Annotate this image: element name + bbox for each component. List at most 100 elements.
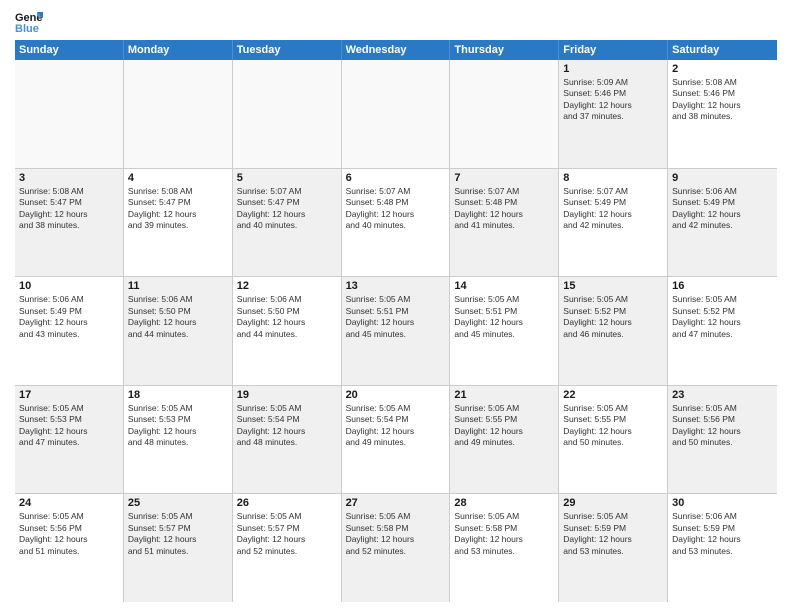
calendar-cell: 6 Sunrise: 5:07 AM Sunset: 5:48 PM Daylig… [342, 169, 451, 277]
day-number: 14 [454, 280, 554, 292]
calendar-cell: 5 Sunrise: 5:07 AM Sunset: 5:47 PM Daylig… [233, 169, 342, 277]
calendar-cell: 30Sunrise: 5:06 AM Sunset: 5:59 PM Dayli… [668, 494, 777, 602]
calendar-cell: 15 Sunrise: 5:05 AM Sunset: 5:52 PM Dayli… [559, 277, 668, 385]
day-info: Sunrise: 5:05 AM Sunset: 5:52 PM Dayligh… [563, 294, 663, 340]
day-info: Sunrise: 5:07 AM Sunset: 5:47 PM Dayligh… [237, 186, 337, 232]
header-day: Thursday [450, 40, 559, 60]
calendar-cell [450, 60, 559, 168]
calendar-cell: 18 Sunrise: 5:05 AM Sunset: 5:53 PM Dayli… [124, 386, 233, 494]
day-number: 5 [237, 172, 337, 184]
header-day: Wednesday [342, 40, 451, 60]
day-info: Sunrise: 5:08 AM Sunset: 5:47 PM Dayligh… [128, 186, 228, 232]
day-info: Sunrise: 5:07 AM Sunset: 5:48 PM Dayligh… [346, 186, 446, 232]
day-info: Sunrise: 5:05 AM Sunset: 5:51 PM Dayligh… [454, 294, 554, 340]
day-number: 28 [454, 497, 554, 509]
day-number: 13 [346, 280, 446, 292]
day-info: Sunrise: 5:05 AM Sunset: 5:51 PM Dayligh… [346, 294, 446, 340]
day-number: 29 [563, 497, 663, 509]
calendar-header: SundayMondayTuesdayWednesdayThursdayFrid… [15, 40, 777, 60]
calendar-cell: 8 Sunrise: 5:07 AM Sunset: 5:49 PM Daylig… [559, 169, 668, 277]
day-number: 27 [346, 497, 446, 509]
day-info: Sunrise: 5:09 AM Sunset: 5:46 PM Dayligh… [563, 77, 663, 123]
day-info: Sunrise: 5:05 AM Sunset: 5:58 PM Dayligh… [454, 511, 554, 557]
day-info: Sunrise: 5:05 AM Sunset: 5:59 PM Dayligh… [563, 511, 663, 557]
day-number: 9 [672, 172, 773, 184]
day-info: Sunrise: 5:07 AM Sunset: 5:49 PM Dayligh… [563, 186, 663, 232]
day-number: 20 [346, 389, 446, 401]
calendar-cell: 12 Sunrise: 5:06 AM Sunset: 5:50 PM Dayli… [233, 277, 342, 385]
day-info: Sunrise: 5:05 AM Sunset: 5:55 PM Dayligh… [563, 403, 663, 449]
day-info: Sunrise: 5:05 AM Sunset: 5:52 PM Dayligh… [672, 294, 773, 340]
day-info: Sunrise: 5:06 AM Sunset: 5:50 PM Dayligh… [237, 294, 337, 340]
calendar-cell: 24Sunrise: 5:05 AM Sunset: 5:56 PM Dayli… [15, 494, 124, 602]
header-day: Tuesday [233, 40, 342, 60]
day-number: 7 [454, 172, 554, 184]
day-info: Sunrise: 5:05 AM Sunset: 5:55 PM Dayligh… [454, 403, 554, 449]
calendar-cell: 28 Sunrise: 5:05 AM Sunset: 5:58 PM Dayli… [450, 494, 559, 602]
day-number: 15 [563, 280, 663, 292]
calendar-cell: 1 Sunrise: 5:09 AM Sunset: 5:46 PM Daylig… [559, 60, 668, 168]
calendar-week: 3Sunrise: 5:08 AM Sunset: 5:47 PM Daylig… [15, 169, 777, 278]
day-number: 11 [128, 280, 228, 292]
day-info: Sunrise: 5:05 AM Sunset: 5:57 PM Dayligh… [237, 511, 337, 557]
calendar-cell [15, 60, 124, 168]
calendar-cell: 19 Sunrise: 5:05 AM Sunset: 5:54 PM Dayli… [233, 386, 342, 494]
day-number: 10 [19, 280, 119, 292]
calendar-cell [124, 60, 233, 168]
day-number: 19 [237, 389, 337, 401]
day-number: 1 [563, 63, 663, 75]
calendar-cell: 11 Sunrise: 5:06 AM Sunset: 5:50 PM Dayli… [124, 277, 233, 385]
calendar-week: 1 Sunrise: 5:09 AM Sunset: 5:46 PM Daylig… [15, 60, 777, 169]
day-info: Sunrise: 5:08 AM Sunset: 5:47 PM Dayligh… [19, 186, 119, 232]
calendar-cell: 2Sunrise: 5:08 AM Sunset: 5:46 PM Daylig… [668, 60, 777, 168]
svg-text:Blue: Blue [15, 23, 39, 34]
header: General Blue [15, 10, 777, 34]
day-info: Sunrise: 5:05 AM Sunset: 5:56 PM Dayligh… [19, 511, 119, 557]
day-number: 12 [237, 280, 337, 292]
day-info: Sunrise: 5:06 AM Sunset: 5:49 PM Dayligh… [672, 186, 773, 232]
day-number: 18 [128, 389, 228, 401]
day-number: 6 [346, 172, 446, 184]
day-info: Sunrise: 5:05 AM Sunset: 5:56 PM Dayligh… [672, 403, 773, 449]
day-info: Sunrise: 5:05 AM Sunset: 5:54 PM Dayligh… [346, 403, 446, 449]
calendar-cell: 29 Sunrise: 5:05 AM Sunset: 5:59 PM Dayli… [559, 494, 668, 602]
day-number: 30 [672, 497, 773, 509]
day-info: Sunrise: 5:05 AM Sunset: 5:54 PM Dayligh… [237, 403, 337, 449]
calendar-week: 10 Sunrise: 5:06 AM Sunset: 5:49 PM Dayli… [15, 277, 777, 386]
calendar-cell [342, 60, 451, 168]
calendar-week: 24Sunrise: 5:05 AM Sunset: 5:56 PM Dayli… [15, 494, 777, 602]
calendar-week: 17 Sunrise: 5:05 AM Sunset: 5:53 PM Dayli… [15, 386, 777, 495]
calendar-cell: 22 Sunrise: 5:05 AM Sunset: 5:55 PM Dayli… [559, 386, 668, 494]
calendar-cell: 13 Sunrise: 5:05 AM Sunset: 5:51 PM Dayli… [342, 277, 451, 385]
day-info: Sunrise: 5:05 AM Sunset: 5:53 PM Dayligh… [19, 403, 119, 449]
day-info: Sunrise: 5:05 AM Sunset: 5:58 PM Dayligh… [346, 511, 446, 557]
header-day: Saturday [668, 40, 777, 60]
calendar-cell: 9 Sunrise: 5:06 AM Sunset: 5:49 PM Daylig… [668, 169, 777, 277]
day-number: 26 [237, 497, 337, 509]
day-info: Sunrise: 5:05 AM Sunset: 5:53 PM Dayligh… [128, 403, 228, 449]
calendar-cell: 17 Sunrise: 5:05 AM Sunset: 5:53 PM Dayli… [15, 386, 124, 494]
logo: General Blue [15, 10, 47, 34]
header-day: Monday [124, 40, 233, 60]
day-number: 2 [672, 63, 773, 75]
day-info: Sunrise: 5:05 AM Sunset: 5:57 PM Dayligh… [128, 511, 228, 557]
day-number: 4 [128, 172, 228, 184]
day-number: 8 [563, 172, 663, 184]
calendar-cell: 25Sunrise: 5:05 AM Sunset: 5:57 PM Dayli… [124, 494, 233, 602]
calendar-cell: 20 Sunrise: 5:05 AM Sunset: 5:54 PM Dayli… [342, 386, 451, 494]
calendar-page: General Blue SundayMondayTuesdayWednesda… [0, 0, 792, 612]
calendar-cell: 4 Sunrise: 5:08 AM Sunset: 5:47 PM Daylig… [124, 169, 233, 277]
day-info: Sunrise: 5:06 AM Sunset: 5:49 PM Dayligh… [19, 294, 119, 340]
calendar-cell: 21 Sunrise: 5:05 AM Sunset: 5:55 PM Dayli… [450, 386, 559, 494]
calendar-cell: 7Sunrise: 5:07 AM Sunset: 5:48 PM Daylig… [450, 169, 559, 277]
day-number: 22 [563, 389, 663, 401]
day-number: 21 [454, 389, 554, 401]
day-info: Sunrise: 5:06 AM Sunset: 5:50 PM Dayligh… [128, 294, 228, 340]
day-number: 17 [19, 389, 119, 401]
calendar-cell: 23Sunrise: 5:05 AM Sunset: 5:56 PM Dayli… [668, 386, 777, 494]
calendar-body: 1 Sunrise: 5:09 AM Sunset: 5:46 PM Daylig… [15, 60, 777, 602]
calendar-cell: 16Sunrise: 5:05 AM Sunset: 5:52 PM Dayli… [668, 277, 777, 385]
header-day: Friday [559, 40, 668, 60]
calendar-cell [233, 60, 342, 168]
calendar-cell: 26 Sunrise: 5:05 AM Sunset: 5:57 PM Dayli… [233, 494, 342, 602]
